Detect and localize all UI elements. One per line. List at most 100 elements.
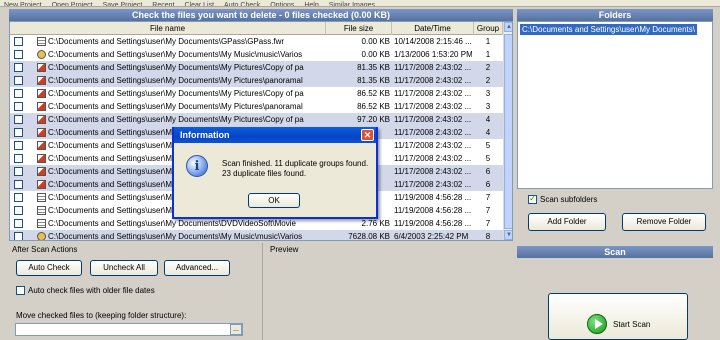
remove-folder-button[interactable]: Remove Folder [622, 213, 706, 231]
file-name-cell: C:\Documents and Settings\user\My Docume… [48, 50, 303, 59]
older-dates-label: Auto check files with older file dates [28, 286, 155, 295]
row-checkbox[interactable] [14, 167, 23, 176]
menu-item[interactable]: New Project [4, 2, 42, 6]
file-size-cell: 81.35 KB [357, 63, 390, 72]
dialog-title: Information [174, 127, 376, 143]
row-checkbox[interactable] [14, 206, 23, 215]
row-checkbox[interactable] [14, 50, 23, 59]
file-name-cell: C:\Documents and Settings\user\My Docume… [48, 89, 304, 98]
folders-list[interactable]: C:\Documents and Settings\user\My Docume… [517, 21, 713, 189]
file-list-header: Check the files you want to delete - 0 f… [9, 9, 513, 21]
column-header-datetime[interactable]: Date/Time [392, 22, 474, 35]
date-time-cell: 11/17/2008 2:43:02 ... [394, 128, 472, 137]
menu-item[interactable]: Open Project [52, 2, 93, 6]
file-name-cell: C:\Documents and Settings\user\My Docume… [48, 232, 303, 241]
menu-item[interactable]: Save Project [103, 2, 143, 6]
video-file-icon [37, 219, 46, 228]
group-cell: 4 [485, 115, 491, 124]
date-time-cell: 1/13/2006 1:53:20 PM [394, 50, 472, 59]
row-checkbox[interactable] [14, 141, 23, 150]
group-cell: 6 [485, 167, 491, 176]
older-dates-checkbox[interactable]: Auto check files with older file dates [16, 286, 155, 296]
row-checkbox[interactable] [14, 37, 23, 46]
move-destination-input[interactable] [15, 323, 243, 336]
row-checkbox[interactable] [14, 180, 23, 189]
group-cell: 5 [485, 154, 491, 163]
image-file-icon [37, 102, 46, 111]
add-folder-button[interactable]: Add Folder [528, 213, 606, 231]
file-size-cell: 0.00 KB [361, 37, 390, 46]
start-scan-label: Start Scan [613, 320, 651, 329]
group-cell: 7 [485, 206, 491, 215]
row-checkbox[interactable] [14, 128, 23, 137]
file-size-cell: 86.52 KB [357, 89, 390, 98]
music-file-icon [37, 50, 46, 59]
row-checkbox[interactable] [14, 232, 23, 240]
auto-check-button[interactable]: Auto Check [16, 260, 82, 276]
close-icon[interactable]: ✕ [361, 129, 374, 141]
file-icon [37, 37, 46, 46]
date-time-cell: 11/19/2008 4:56:28 ... [394, 206, 472, 215]
table-row[interactable]: C:\Documents and Settings\user\My Docume… [10, 48, 503, 61]
scrollbar-thumb[interactable] [504, 34, 512, 229]
group-cell: 1 [485, 37, 491, 46]
ok-button[interactable]: OK [248, 193, 300, 208]
row-checkbox[interactable] [14, 76, 23, 85]
group-cell: 1 [485, 50, 491, 59]
table-row[interactable]: C:\Documents and Settings\user\My Docume… [10, 87, 503, 100]
folder-item[interactable]: C:\Documents and Settings\user\My Docume… [520, 24, 697, 35]
start-scan-button[interactable]: Start Scan [548, 293, 688, 340]
advanced-button[interactable]: Advanced... [164, 260, 230, 276]
menu-item[interactable]: Recent [152, 2, 174, 6]
column-headers: File name File size Date/Time Group [10, 22, 503, 35]
checkbox-unchecked-icon[interactable] [16, 286, 25, 296]
menu-item[interactable]: Auto Check [224, 2, 260, 6]
image-file-icon [37, 141, 46, 150]
row-checkbox[interactable] [14, 63, 23, 72]
table-row[interactable]: C:\Documents and Settings\user\My Docume… [10, 74, 503, 87]
date-time-cell: 11/19/2008 4:56:28 ... [394, 193, 472, 202]
menu-item[interactable]: Options [270, 2, 294, 6]
row-checkbox[interactable] [14, 102, 23, 111]
video-file-icon [37, 206, 46, 215]
row-checkbox[interactable] [14, 89, 23, 98]
table-row[interactable]: C:\Documents and Settings\user\My Docume… [10, 113, 503, 126]
table-row[interactable]: C:\Documents and Settings\user\My Docume… [10, 61, 503, 74]
group-cell: 7 [485, 193, 491, 202]
menu-item[interactable]: Help [304, 2, 318, 6]
column-header-filename[interactable]: File name [10, 22, 326, 35]
table-row[interactable]: C:\Documents and Settings\user\My Docume… [10, 35, 503, 48]
menu-item[interactable]: Clear List [184, 2, 214, 6]
row-checkbox[interactable] [14, 219, 23, 228]
file-size-cell: 86.52 KB [357, 102, 390, 111]
group-cell: 7 [485, 219, 491, 228]
column-header-filesize[interactable]: File size [326, 22, 392, 35]
browse-folder-button[interactable]: ... [230, 324, 242, 335]
file-name-cell: C:\Documents and Settings\user\My Docume… [48, 37, 285, 46]
date-time-cell: 11/17/2008 2:43:02 ... [394, 89, 472, 98]
preview-label: Preview [270, 245, 299, 254]
date-time-cell: 11/17/2008 2:43:02 ... [394, 76, 472, 85]
after-scan-actions-label: After Scan Actions [12, 245, 78, 254]
row-checkbox[interactable] [14, 154, 23, 163]
date-time-cell: 11/17/2008 2:43:02 ... [394, 102, 472, 111]
date-time-cell: 11/17/2008 2:43:02 ... [394, 167, 472, 176]
menu-item[interactable]: Similar Images [329, 2, 375, 6]
row-checkbox[interactable] [14, 115, 23, 124]
table-row[interactable]: C:\Documents and Settings\user\My Docume… [10, 100, 503, 113]
scan-subfolders-checkbox[interactable]: Scan subfolders [528, 193, 598, 205]
vertical-scrollbar[interactable]: ▲ ▼ [503, 22, 512, 240]
row-checkbox[interactable] [14, 193, 23, 202]
scroll-down-arrow-icon[interactable]: ▼ [504, 230, 512, 240]
scan-subfolders-label: Scan subfolders [540, 195, 598, 204]
column-header-group[interactable]: Group [474, 22, 503, 35]
scroll-up-arrow-icon[interactable]: ▲ [504, 22, 512, 32]
file-size-cell: 0.00 KB [361, 50, 390, 59]
group-cell: 2 [485, 76, 491, 85]
group-cell: 3 [485, 89, 491, 98]
uncheck-all-button[interactable]: Uncheck All [90, 260, 158, 276]
image-file-icon [37, 128, 46, 137]
checkbox-checked-icon[interactable] [528, 193, 537, 205]
table-row[interactable]: C:\Documents and Settings\user\My Docume… [10, 230, 503, 241]
image-file-icon [37, 180, 46, 189]
